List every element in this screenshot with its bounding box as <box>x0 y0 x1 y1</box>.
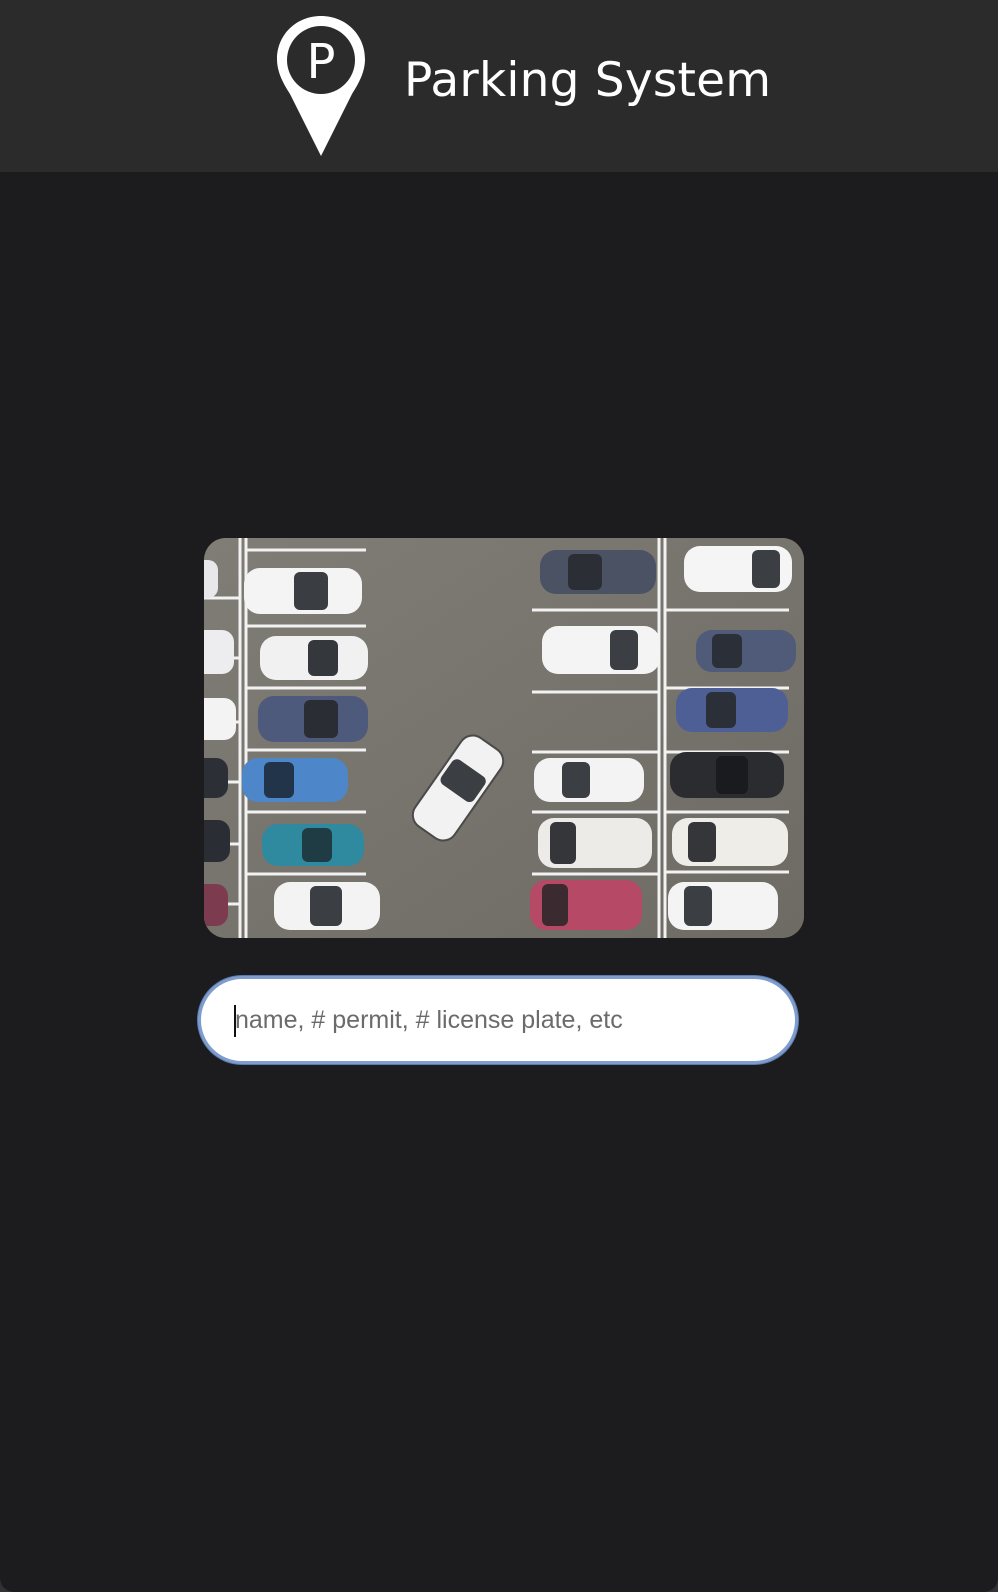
text-caret <box>234 1005 236 1037</box>
search-input[interactable] <box>235 979 775 1061</box>
app-window: P Parking System <box>0 0 998 1592</box>
search-field[interactable] <box>198 976 798 1064</box>
header-bar: P Parking System <box>0 0 998 172</box>
parking-location-pin-icon: P <box>277 16 365 156</box>
app-title: Parking System <box>404 53 772 108</box>
logo-letter: P <box>307 34 336 90</box>
parking-lot-image <box>204 538 804 938</box>
